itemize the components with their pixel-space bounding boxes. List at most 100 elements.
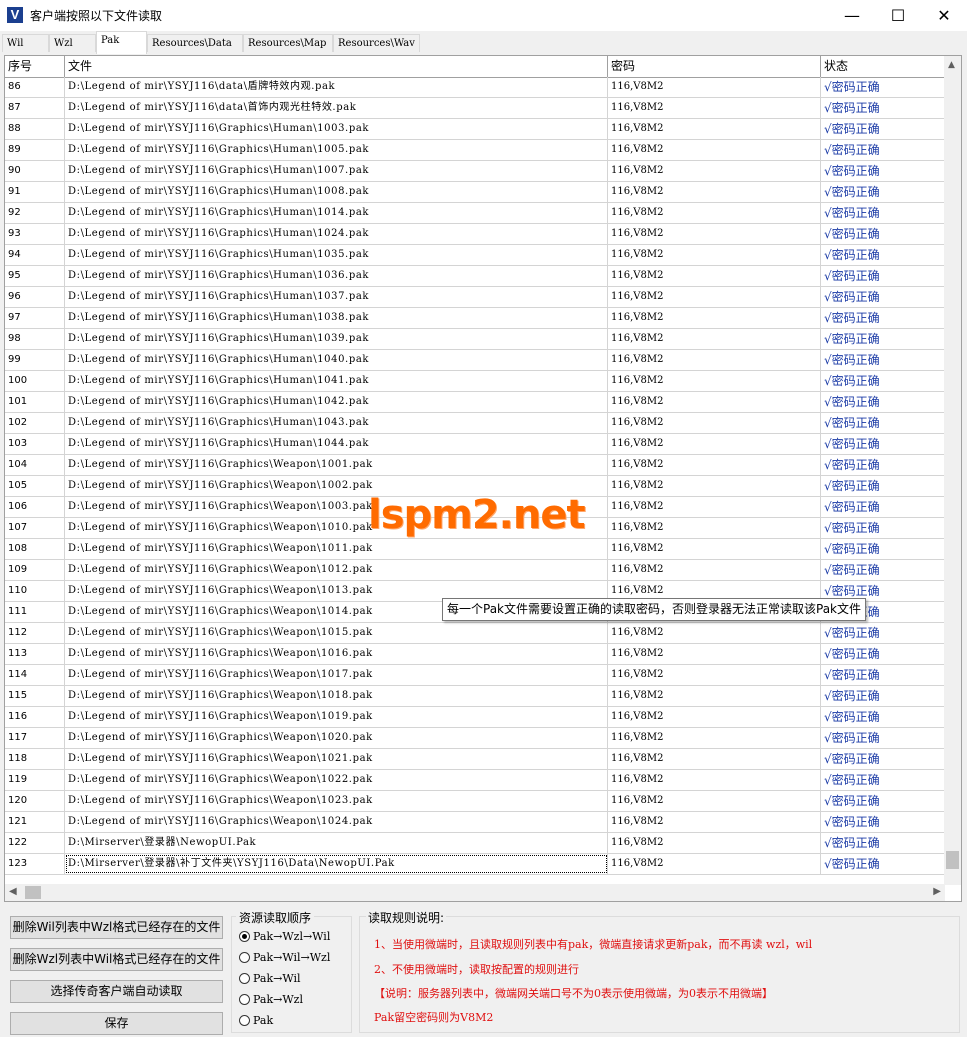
- radio-option[interactable]: Pak→Wzl: [239, 991, 303, 1007]
- scroll-left-arrow-icon[interactable]: ◀: [9, 886, 17, 897]
- save-button[interactable]: 保存: [10, 1012, 223, 1035]
- header-no[interactable]: 序号: [5, 56, 65, 77]
- horizontal-scrollbar[interactable]: ◀ ▶: [5, 884, 945, 901]
- cell-no[interactable]: 104: [5, 455, 65, 475]
- cell-file[interactable]: D:\Legend of mir\YSYJ116\Graphics\Weapon…: [65, 812, 608, 832]
- cell-file[interactable]: D:\Mirserver\登录器\补丁文件夹\YSYJ116\Data\Newo…: [65, 854, 608, 874]
- table-row[interactable]: 115 D:\Legend of mir\YSYJ116\Graphics\Wea…: [5, 686, 945, 707]
- tab-resources-map[interactable]: Resources\Map: [243, 34, 333, 52]
- horizontal-scroll-thumb[interactable]: [25, 886, 41, 899]
- table-row[interactable]: 100 D:\Legend of mir\YSYJ116\Graphics\Hum…: [5, 371, 945, 392]
- cell-file[interactable]: D:\Legend of mir\YSYJ116\Graphics\Weapon…: [65, 707, 608, 727]
- cell-file[interactable]: D:\Legend of mir\YSYJ116\Graphics\Human\…: [65, 371, 608, 391]
- tab-pak[interactable]: Pak: [96, 31, 147, 54]
- cell-status[interactable]: √密码正确: [821, 350, 945, 370]
- cell-no[interactable]: 116: [5, 707, 65, 727]
- scroll-up-arrow-icon[interactable]: ▲: [948, 60, 955, 70]
- table-row[interactable]: 104 D:\Legend of mir\YSYJ116\Graphics\Wea…: [5, 455, 945, 476]
- table-row[interactable]: 98 D:\Legend of mir\YSYJ116\Graphics\Huma…: [5, 329, 945, 350]
- cell-no[interactable]: 105: [5, 476, 65, 496]
- table-row[interactable]: 109 D:\Legend of mir\YSYJ116\Graphics\Wea…: [5, 560, 945, 581]
- cell-password[interactable]: 116,V8M2: [608, 77, 821, 97]
- cell-status[interactable]: √密码正确: [821, 770, 945, 790]
- cell-no[interactable]: 96: [5, 287, 65, 307]
- cell-no[interactable]: 95: [5, 266, 65, 286]
- table-row[interactable]: 108 D:\Legend of mir\YSYJ116\Graphics\Wea…: [5, 539, 945, 560]
- cell-status[interactable]: √密码正确: [821, 707, 945, 727]
- cell-status[interactable]: √密码正确: [821, 182, 945, 202]
- cell-password[interactable]: 116,V8M2: [608, 203, 821, 223]
- cell-status[interactable]: √密码正确: [821, 119, 945, 139]
- cell-password[interactable]: 116,V8M2: [608, 140, 821, 160]
- cell-no[interactable]: 94: [5, 245, 65, 265]
- cell-file[interactable]: D:\Legend of mir\YSYJ116\Graphics\Human\…: [65, 161, 608, 181]
- cell-no[interactable]: 102: [5, 413, 65, 433]
- cell-password[interactable]: 116,V8M2: [608, 392, 821, 412]
- cell-password[interactable]: 116,V8M2: [608, 833, 821, 853]
- radio-option[interactable]: Pak→Wzl→Wil: [239, 928, 330, 944]
- cell-status[interactable]: √密码正确: [821, 560, 945, 580]
- cell-status[interactable]: √密码正确: [821, 623, 945, 643]
- cell-status[interactable]: √密码正确: [821, 749, 945, 769]
- cell-status[interactable]: √密码正确: [821, 77, 945, 97]
- cell-status[interactable]: √密码正确: [821, 224, 945, 244]
- table-row[interactable]: 92 D:\Legend of mir\YSYJ116\Graphics\Huma…: [5, 203, 945, 224]
- table-row[interactable]: 117 D:\Legend of mir\YSYJ116\Graphics\Wea…: [5, 728, 945, 749]
- cell-password[interactable]: 116,V8M2: [608, 413, 821, 433]
- table-row[interactable]: 96 D:\Legend of mir\YSYJ116\Graphics\Huma…: [5, 287, 945, 308]
- cell-password[interactable]: 116,V8M2: [608, 728, 821, 748]
- cell-status[interactable]: √密码正确: [821, 434, 945, 454]
- cell-file[interactable]: D:\Legend of mir\YSYJ116\Graphics\Human\…: [65, 245, 608, 265]
- cell-file[interactable]: D:\Legend of mir\YSYJ116\Graphics\Human\…: [65, 119, 608, 139]
- cell-status[interactable]: √密码正确: [821, 161, 945, 181]
- radio-option[interactable]: Pak→Wil→Wzl: [239, 949, 330, 965]
- radio-option[interactable]: Pak→Wil: [239, 970, 301, 986]
- table-row[interactable]: 86 D:\Legend of mir\YSYJ116\data\盾牌特效内观.p…: [5, 77, 945, 98]
- cell-status[interactable]: √密码正确: [821, 854, 945, 874]
- cell-file[interactable]: D:\Legend of mir\YSYJ116\Graphics\Weapon…: [65, 455, 608, 475]
- tab-wil[interactable]: Wil: [2, 34, 49, 52]
- cell-file[interactable]: D:\Legend of mir\YSYJ116\Graphics\Weapon…: [65, 686, 608, 706]
- cell-password[interactable]: 116,V8M2: [608, 665, 821, 685]
- cell-password[interactable]: 116,V8M2: [608, 371, 821, 391]
- cell-status[interactable]: √密码正确: [821, 476, 945, 496]
- cell-file[interactable]: D:\Mirserver\登录器\NewopUI.Pak: [65, 833, 608, 853]
- vertical-scroll-thumb[interactable]: [946, 851, 959, 869]
- table-row[interactable]: 99 D:\Legend of mir\YSYJ116\Graphics\Huma…: [5, 350, 945, 371]
- cell-file[interactable]: D:\Legend of mir\YSYJ116\Graphics\Human\…: [65, 266, 608, 286]
- cell-status[interactable]: √密码正确: [821, 329, 945, 349]
- cell-status[interactable]: √密码正确: [821, 287, 945, 307]
- cell-password[interactable]: 116,V8M2: [608, 182, 821, 202]
- cell-file[interactable]: D:\Legend of mir\YSYJ116\data\首饰内观光柱特效.p…: [65, 98, 608, 118]
- cell-no[interactable]: 114: [5, 665, 65, 685]
- cell-password[interactable]: 116,V8M2: [608, 476, 821, 496]
- cell-password[interactable]: 116,V8M2: [608, 329, 821, 349]
- cell-no[interactable]: 117: [5, 728, 65, 748]
- cell-file[interactable]: D:\Legend of mir\YSYJ116\data\盾牌特效内观.pak: [65, 77, 608, 97]
- cell-password[interactable]: 116,V8M2: [608, 350, 821, 370]
- cell-file[interactable]: D:\Legend of mir\YSYJ116\Graphics\Human\…: [65, 329, 608, 349]
- cell-status[interactable]: √密码正确: [821, 392, 945, 412]
- cell-file[interactable]: D:\Legend of mir\YSYJ116\Graphics\Weapon…: [65, 539, 608, 559]
- cell-password[interactable]: 116,V8M2: [608, 686, 821, 706]
- cell-status[interactable]: √密码正确: [821, 413, 945, 433]
- table-row[interactable]: 112 D:\Legend of mir\YSYJ116\Graphics\Wea…: [5, 623, 945, 644]
- table-row[interactable]: 89 D:\Legend of mir\YSYJ116\Graphics\Huma…: [5, 140, 945, 161]
- cell-status[interactable]: √密码正确: [821, 833, 945, 853]
- table-row[interactable]: 123 D:\Mirserver\登录器\补丁文件夹\YSYJ116\Data\N…: [5, 854, 945, 875]
- table-row[interactable]: 94 D:\Legend of mir\YSYJ116\Graphics\Huma…: [5, 245, 945, 266]
- table-row[interactable]: 103 D:\Legend of mir\YSYJ116\Graphics\Hum…: [5, 434, 945, 455]
- table-row[interactable]: 118 D:\Legend of mir\YSYJ116\Graphics\Wea…: [5, 749, 945, 770]
- cell-file[interactable]: D:\Legend of mir\YSYJ116\Graphics\Human\…: [65, 392, 608, 412]
- cell-file[interactable]: D:\Legend of mir\YSYJ116\Graphics\Weapon…: [65, 728, 608, 748]
- cell-no[interactable]: 123: [5, 854, 65, 874]
- cell-password[interactable]: 116,V8M2: [608, 497, 821, 517]
- table-row[interactable]: 95 D:\Legend of mir\YSYJ116\Graphics\Huma…: [5, 266, 945, 287]
- cell-status[interactable]: √密码正确: [821, 308, 945, 328]
- cell-file[interactable]: D:\Legend of mir\YSYJ116\Graphics\Human\…: [65, 224, 608, 244]
- cell-no[interactable]: 90: [5, 161, 65, 181]
- cell-password[interactable]: 116,V8M2: [608, 560, 821, 580]
- cell-file[interactable]: D:\Legend of mir\YSYJ116\Graphics\Weapon…: [65, 560, 608, 580]
- cell-no[interactable]: 109: [5, 560, 65, 580]
- cell-password[interactable]: 116,V8M2: [608, 245, 821, 265]
